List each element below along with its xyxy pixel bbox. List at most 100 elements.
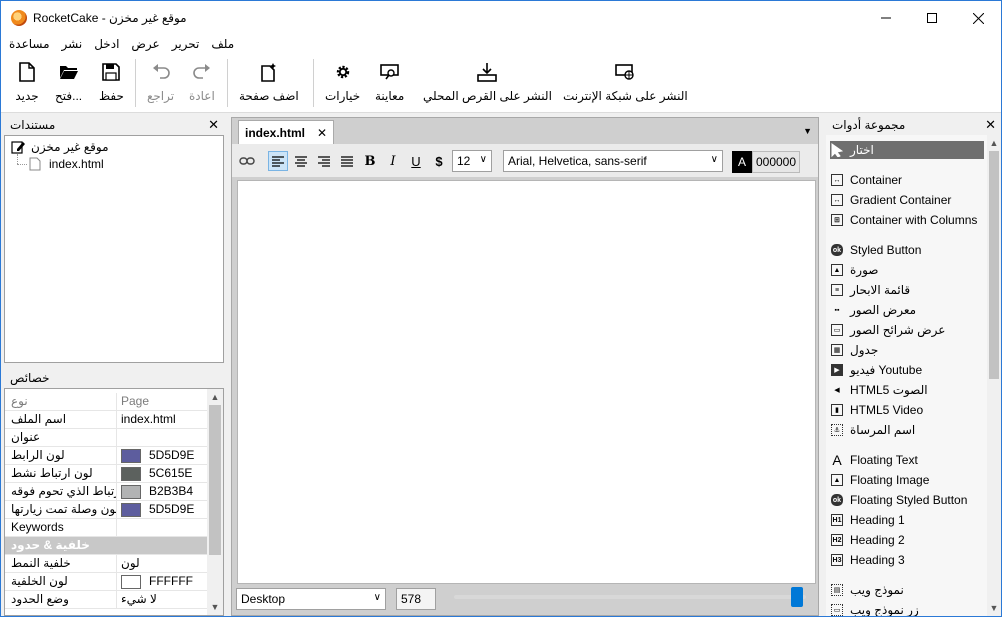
tree-site-node[interactable]: موقع غير مخزن: [11, 140, 109, 154]
property-row[interactable]: لون وصلة تمت زيارتها 5D5D9E: [5, 501, 208, 519]
menu-insert[interactable]: ادخل: [94, 37, 119, 51]
toolbox-item[interactable]: ⊞ Container with Columns: [830, 211, 984, 229]
color-swatch[interactable]: [121, 574, 141, 589]
toolbox-item[interactable]: ▲ صورة: [830, 261, 984, 279]
chevron-down-icon: ∨: [373, 592, 381, 603]
property-row[interactable]: لون الرابط 5D5D9E: [5, 447, 208, 465]
minimize-icon: [881, 17, 891, 19]
toolbox-item[interactable]: ⚓ اسم المرساة: [830, 421, 984, 439]
minimize-button[interactable]: [863, 1, 909, 35]
bold-button[interactable]: B: [360, 151, 380, 171]
toolbox-item[interactable]: ▮ HTML5 Video: [830, 401, 984, 419]
align-justify-button[interactable]: [337, 151, 357, 171]
toolbox-item-label: فيديو Youtube: [850, 363, 923, 377]
scroll-down-arrow-icon[interactable]: ▼: [987, 600, 1001, 616]
redo-button[interactable]: اعادة: [189, 59, 215, 109]
text-color-picker[interactable]: A 000000: [732, 151, 800, 173]
open-button[interactable]: فتح...: [55, 59, 82, 109]
color-swatch[interactable]: [121, 466, 141, 481]
color-swatch[interactable]: [121, 502, 141, 517]
dollar-format-button[interactable]: $: [429, 151, 449, 171]
scroll-down-arrow-icon[interactable]: ▼: [207, 599, 223, 615]
tab-list-dropdown-icon[interactable]: ▼: [803, 126, 812, 136]
menu-publish[interactable]: نشر: [62, 37, 83, 51]
color-swatch[interactable]: [121, 484, 141, 499]
toolbox-item[interactable]: A Floating Text: [830, 451, 984, 469]
property-row[interactable]: خلفية النمط لون: [5, 555, 208, 573]
publish-local-button[interactable]: النشر على القرص المحلي: [423, 59, 552, 109]
properties-scrollbar[interactable]: ▲ ▼: [207, 389, 223, 615]
slideshow-icon: ▭: [830, 323, 844, 337]
scrollbar-thumb[interactable]: [989, 151, 999, 379]
page-canvas[interactable]: [237, 180, 816, 584]
toolbox-item[interactable]: ▪▪ معرض الصور: [830, 301, 984, 319]
property-row[interactable]: لون الخلفية FFFFFF: [5, 573, 208, 591]
container-icon: ↔: [830, 173, 844, 187]
toolbox-panel-close-button[interactable]: ✕: [985, 117, 996, 133]
underline-button[interactable]: U: [406, 151, 426, 171]
color-swatch[interactable]: [121, 448, 141, 463]
toolbox-item[interactable]: H2 Heading 2: [830, 531, 984, 549]
menu-file[interactable]: ملف: [211, 37, 234, 51]
tree-page-node[interactable]: index.html: [29, 157, 104, 171]
document-tab-strip: index.html ✕ ▼: [232, 118, 818, 144]
toolbox-item[interactable]: ▭ زر نموذج ويب: [830, 601, 984, 616]
scrollbar-thumb[interactable]: [209, 405, 221, 555]
width-slider[interactable]: [454, 587, 806, 607]
property-row[interactable]: Keywords: [5, 519, 208, 537]
toolbox-item[interactable]: ▦ جدول: [830, 341, 984, 359]
property-row[interactable]: اسم الملف index.html: [5, 411, 208, 429]
align-left-button[interactable]: [268, 151, 288, 171]
align-right-button[interactable]: [314, 151, 334, 171]
toolbox-scrollbar[interactable]: ▲ ▼: [987, 135, 1001, 616]
save-button[interactable]: حفظ: [99, 59, 124, 109]
close-button[interactable]: [955, 1, 1001, 35]
close-tab-icon[interactable]: ✕: [317, 126, 327, 140]
toolbox-item[interactable]: ▶ فيديو Youtube: [830, 361, 984, 379]
property-category-row[interactable]: خلفية & حدود: [5, 537, 208, 555]
menu-view[interactable]: عرض: [131, 37, 159, 51]
scroll-up-arrow-icon[interactable]: ▲: [207, 389, 223, 405]
insert-link-button[interactable]: [237, 151, 257, 171]
toolbox-item-label: Floating Styled Button: [850, 493, 968, 507]
width-value-field[interactable]: 578: [396, 588, 436, 610]
toolbox-item[interactable]: ok Styled Button: [830, 241, 984, 259]
maximize-button[interactable]: [909, 1, 955, 35]
menu-help[interactable]: مساعدة: [9, 37, 50, 51]
preview-button[interactable]: معاينة: [375, 59, 404, 109]
toolbox-item[interactable]: ok Floating Styled Button: [830, 491, 984, 509]
table-icon: ▦: [830, 343, 844, 357]
toolbox-item-label: اختار: [850, 143, 874, 157]
width-slider-thumb[interactable]: [791, 587, 803, 607]
italic-button[interactable]: I: [383, 151, 403, 171]
property-row[interactable]: عنوان: [5, 429, 208, 447]
font-size-select[interactable]: 12 ∨: [452, 150, 492, 172]
add-page-button[interactable]: اضف صفحة: [239, 59, 299, 109]
toolbox-item[interactable]: ◀ HTML5 الصوت: [830, 381, 984, 399]
toolbox-item[interactable]: H1 Heading 1: [830, 511, 984, 529]
toolbox-item[interactable]: ▭ عرض شرائح الصور: [830, 321, 984, 339]
property-row[interactable]: لون ارتباط نشط 5C615E: [5, 465, 208, 483]
documents-panel-close-button[interactable]: ✕: [208, 117, 219, 133]
toolbox-item-label: عرض شرائح الصور: [850, 323, 946, 337]
toolbox-item[interactable]: اختار: [830, 141, 984, 159]
scroll-up-arrow-icon[interactable]: ▲: [987, 135, 1001, 151]
toolbox-item[interactable]: H3 Heading 3: [830, 551, 984, 569]
undo-button[interactable]: تراجع: [147, 59, 174, 109]
toolbox-item[interactable]: ↔ Container: [830, 171, 984, 189]
document-tab[interactable]: index.html ✕: [238, 120, 334, 144]
property-row[interactable]: لون ارتباط الذي تحوم فوقه B2B3B4: [5, 483, 208, 501]
toolbox-item[interactable]: ▤ نموذج ويب: [830, 581, 984, 599]
view-mode-select[interactable]: Desktop ∨: [236, 588, 386, 610]
toolbox-item[interactable]: ≡ قائمة الابحار: [830, 281, 984, 299]
publish-internet-button[interactable]: النشر على شبكة الإنترنت: [563, 59, 688, 109]
font-family-select[interactable]: Arial, Helvetica, sans-serif ∨: [503, 150, 723, 172]
align-center-button[interactable]: [291, 151, 311, 171]
toolbox-item[interactable]: ↔ Gradient Container: [830, 191, 984, 209]
new-button[interactable]: جديد: [15, 59, 39, 109]
property-row[interactable]: وضع الحدود لا شيء: [5, 591, 208, 609]
menu-edit[interactable]: تحرير: [172, 37, 200, 51]
toolbox-panel: مجموعة أدوات ✕ اختار ↔ Container ↔ Gradient …: [826, 115, 1001, 616]
toolbox-item[interactable]: ▲ Floating Image: [830, 471, 984, 489]
options-button[interactable]: خيارات: [325, 59, 360, 109]
